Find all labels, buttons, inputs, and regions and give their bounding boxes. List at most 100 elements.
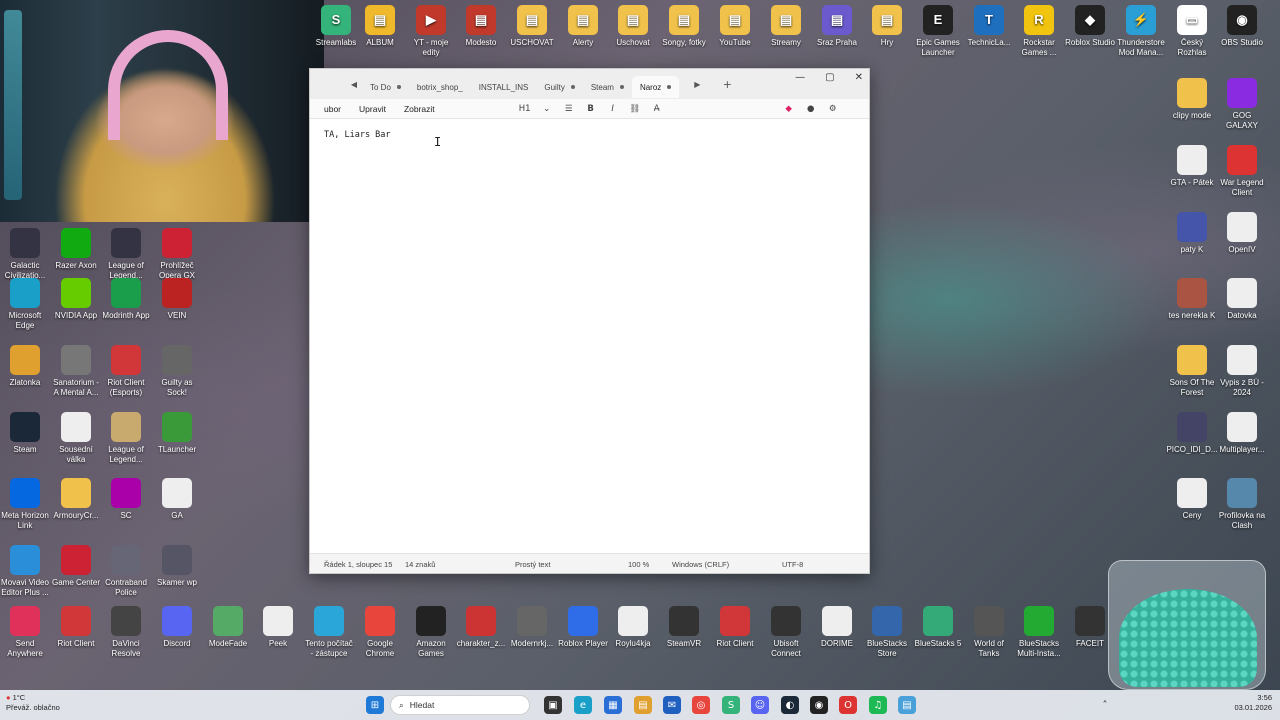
italic-icon[interactable]: I [602, 104, 624, 114]
desktop-icon-guilty-as-sock[interactable]: Guilty as Sock! [151, 345, 203, 398]
text-editor[interactable]: TA, Liars Bar [310, 120, 869, 553]
streamlabs-icon[interactable]: S [722, 696, 740, 714]
desktop-icon-tento-po-ta-z-stupce[interactable]: Tento počítač - zástupce [303, 606, 355, 659]
tab-steam[interactable]: Steam [583, 76, 632, 98]
desktop-icon-google-chrome[interactable]: Google Chrome [354, 606, 406, 659]
desktop-icon-datovka[interactable]: Datovka [1216, 278, 1268, 321]
desktop-icon-album[interactable]: ▤ ALBUM [354, 5, 406, 48]
tabs-scroll-left-icon[interactable]: ◀ [346, 80, 362, 89]
discord-icon[interactable]: ☺ [751, 696, 769, 714]
desktop-icon-youtube[interactable]: ▤ YouTube [709, 5, 761, 48]
desktop-icon-ceny[interactable]: Ceny [1166, 478, 1218, 521]
outlook-icon[interactable]: ✉ [663, 696, 681, 714]
desktop-icon-thunderstore-mod-mana[interactable]: ⚡ Thunderstore Mod Mana... [1115, 5, 1167, 58]
tray-chevron-icon[interactable]: ˄ [1096, 696, 1114, 714]
desktop-icon-davinci-resolve[interactable]: DaVinci Resolve [100, 606, 152, 659]
desktop-icon-tlauncher[interactable]: TLauncher [151, 412, 203, 455]
spotify-icon[interactable]: ♫ [869, 696, 887, 714]
minimize-icon[interactable]: — [795, 72, 805, 83]
chevron-down-icon[interactable]: ⌄ [536, 104, 558, 114]
desktop-icon-roblox-player[interactable]: Roblox Player [557, 606, 609, 649]
tabs-scroll-right-icon[interactable]: ▶ [689, 80, 705, 89]
store-icon[interactable]: ▦ [604, 696, 622, 714]
desktop-icon-ubisoft-connect[interactable]: Ubisoft Connect [760, 606, 812, 659]
desktop-icon-modernrkj[interactable]: Modernrkj... [506, 606, 558, 649]
desktop-icon-nvidia-app[interactable]: NVIDIA App [50, 278, 102, 321]
desktop-icon-vein[interactable]: VEIN [151, 278, 203, 321]
desktop-icon-sc[interactable]: SC [100, 478, 152, 521]
desktop-icon-discord[interactable]: Discord [151, 606, 203, 649]
desktop-icon-send-anywhere[interactable]: Send Anywhere [0, 606, 51, 659]
desktop-icon-modrinth-app[interactable]: Modrinth App [100, 278, 152, 321]
desktop-icon-alerty[interactable]: ▤ Alerty [557, 5, 609, 48]
desktop-icon-war-legend-client[interactable]: War Legend Client [1216, 145, 1268, 198]
tab-install[interactable]: INSTALL_INS [471, 76, 537, 98]
desktop-icon-sanatorium-a-mental-a[interactable]: Sanatorium - A Mental A... [50, 345, 102, 398]
link-icon[interactable]: ⛓ [624, 104, 646, 114]
desktop-icon-zlatonka[interactable]: Zlatonka [0, 345, 51, 388]
desktop-icon-roylu4kja[interactable]: Roylu4kja [607, 606, 659, 649]
desktop-icon-epic-games-launcher[interactable]: E Epic Games Launcher [912, 5, 964, 58]
desktop-icon-yt-moje-edity[interactable]: ▶ YT - moje edity [405, 5, 457, 58]
desktop-icon-skamer-wp[interactable]: Skamer wp [151, 545, 203, 588]
desktop-icon-streamy[interactable]: ▤ Streamy [760, 5, 812, 48]
account-icon[interactable]: ● [800, 104, 822, 114]
desktop-icon-bluestacks-5[interactable]: BlueStacks 5 [912, 606, 964, 649]
desktop-icon-roblox-studio[interactable]: ◆ Roblox Studio [1064, 5, 1116, 48]
desktop-icon-sousedn-v-lka[interactable]: Sousední válka [50, 412, 102, 465]
desktop-icon-uschovat[interactable]: ▤ USCHOVAT [506, 5, 558, 48]
desktop-icon-hry[interactable]: ▤ Hry [861, 5, 913, 48]
bold-icon[interactable]: B [580, 104, 602, 114]
desktop-icon-prohl-e-opera-gx[interactable]: Prohlížeč Opera GX [151, 228, 203, 281]
menu-edit[interactable]: Upravit [350, 104, 395, 114]
desktop-icon-paty-k[interactable]: paty K [1166, 212, 1218, 255]
notepad-window[interactable]: ◀ To Do botrix_shop_ INSTALL_INS Guilty … [309, 68, 870, 574]
list-icon[interactable]: ☰ [558, 104, 580, 114]
desktop-icon-riot-client[interactable]: Riot Client [709, 606, 761, 649]
desktop-icon-movavi-video-editor-plus[interactable]: Movavi Video Editor Plus ... [0, 545, 51, 598]
maximize-icon[interactable]: ▢ [825, 72, 834, 83]
desktop-icon-profilovka-na-clash[interactable]: Profilovka na Clash [1216, 478, 1268, 531]
desktop-icon-league-of-legend[interactable]: League of Legend... [100, 412, 152, 465]
desktop-icon-riot-client[interactable]: Riot Client [50, 606, 102, 649]
desktop-icon-steam[interactable]: Steam [0, 412, 51, 455]
desktop-icon-obs-studio[interactable]: ◉ OBS Studio [1216, 5, 1268, 48]
close-icon[interactable]: ✕ [855, 72, 863, 83]
edge-icon[interactable]: e [574, 696, 592, 714]
start-icon[interactable]: ⊞ [366, 696, 384, 714]
clear-format-icon[interactable]: A̶ [646, 104, 668, 114]
system-clock[interactable]: 3:56 03.01.2026 [1234, 693, 1272, 713]
desktop-icon-dorime[interactable]: DORIME [811, 606, 863, 649]
desktop-icon-multiplayer[interactable]: Multiplayer... [1216, 412, 1268, 455]
status-line-endings[interactable]: Windows (CRLF) [672, 560, 729, 569]
menu-file[interactable]: ubor [310, 104, 350, 114]
desktop-icon-vypis-z-b-2024[interactable]: Vypis z BÚ - 2024 [1216, 345, 1268, 398]
desktop-icon-steamvr[interactable]: SteamVR [658, 606, 710, 649]
desktop-icon-openiv[interactable]: OpenIV [1216, 212, 1268, 255]
desktop-icon-modesto[interactable]: ▤ Modesto [455, 5, 507, 48]
desktop-icon-peek[interactable]: Peek [252, 606, 304, 649]
chrome-icon[interactable]: ◎ [692, 696, 710, 714]
heading-dropdown[interactable]: H1 [514, 104, 536, 114]
desktop-icon-riot-client-esports[interactable]: Riot Client (Esports) [100, 345, 152, 398]
tab-guilty[interactable]: Guilty [536, 76, 582, 98]
desktop-icon-razer-axon[interactable]: Razer Axon [50, 228, 102, 271]
tab-botrix[interactable]: botrix_shop_ [409, 76, 471, 98]
desktop-icon-game-center[interactable]: Game Center [50, 545, 102, 588]
desktop-icon-gta-p-tek[interactable]: GTA - Pátek [1166, 145, 1218, 188]
desktop-icon-songy-fotky[interactable]: ▤ Songy, fotky [658, 5, 710, 48]
status-zoom[interactable]: 100 % [628, 560, 649, 569]
desktop-icon-pico-idi-d[interactable]: PICO_IDI_D... [1166, 412, 1218, 455]
file-explorer-icon[interactable]: ▤ [634, 696, 652, 714]
tab-todo[interactable]: To Do [362, 76, 409, 98]
desktop-icon-ga[interactable]: GA [151, 478, 203, 521]
desktop-icon-rockstar-games[interactable]: R Rockstar Games ... [1013, 5, 1065, 58]
settings-gear-icon[interactable]: ⚙ [822, 104, 844, 114]
task-view-icon[interactable]: ▣ [544, 696, 562, 714]
desktop-icon-clipy-mode[interactable]: clipy mode [1166, 78, 1218, 121]
new-tab-button[interactable]: + [719, 78, 735, 91]
desktop-icon-armourycr[interactable]: ArmouryCr... [50, 478, 102, 521]
desktop-icon-league-of-legend[interactable]: League of Legend... [100, 228, 152, 281]
desktop-icon-galactic-civilizatio[interactable]: Galactic Civilizatio... [0, 228, 51, 281]
desktop-icon-sons-of-the-forest[interactable]: Sons Of The Forest [1166, 345, 1218, 398]
